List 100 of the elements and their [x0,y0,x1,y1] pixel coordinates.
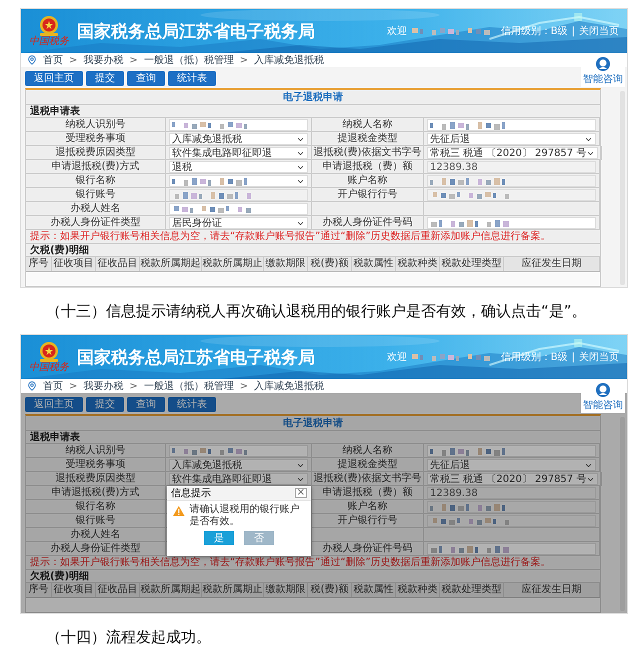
column-header: 税款种类 [396,257,440,271]
column-header: 税款所属期止 [202,257,264,271]
separator: | [572,26,575,36]
field-label: 办税人身份证件类型 [26,542,166,556]
field-label: 退抵税(费)依据文书字号 [312,146,424,160]
dropdown[interactable] [169,175,308,187]
breadcrumb-link[interactable]: 入库减免退抵税 [254,379,324,393]
dialog-message: 请确认退税用的银行账户是否有效。 [190,504,301,528]
column-header: 缴款期限 [264,583,308,597]
column-header: 税款处理类型 [440,257,504,271]
field-label: 银行名称 [26,174,166,188]
toolbar-button[interactable]: 统计表 [168,396,216,412]
dropdown[interactable]: 入库减免退抵税 [169,459,308,471]
field-label: 受理税务事项 [26,458,166,472]
breadcrumb-separator: > [129,380,138,392]
toolbar-button[interactable]: 返回主页 [25,70,83,86]
breadcrumb-separator: > [69,54,78,66]
input-field[interactable] [427,445,596,457]
breadcrumb-link[interactable]: 我要办税 [83,53,124,67]
field-label: 开户银行行号 [312,514,424,528]
emblem-icon [37,341,61,363]
field-label: 提退税金类型 [312,458,424,472]
input-field[interactable] [169,445,308,457]
toolbar-button[interactable]: 提交 [86,70,124,86]
field-label: 申请退抵税（费）额 [312,160,424,174]
headset-avatar-icon [595,382,611,398]
assistant-button[interactable]: 智能咨询 [581,381,625,413]
column-header: 税款属性 [352,257,396,271]
column-header: 序号 [26,257,52,271]
field-label: 纳税人名称 [312,444,424,458]
breadcrumb-link[interactable]: 入库减免退抵税 [254,53,324,67]
input-field[interactable] [169,119,308,131]
breadcrumb-separator: > [129,54,138,66]
column-header: 税款所属期起 [140,257,202,271]
panel-title: 电子退税申请 [26,90,600,105]
credit-level: 信用级别：B级 [500,351,568,364]
panel-title: 电子退税申请 [26,416,600,431]
breadcrumb-separator: > [240,380,248,392]
field-label: 办税人姓名 [26,528,166,541]
breadcrumb-link[interactable]: 我要办税 [83,379,124,393]
dropdown[interactable]: 入库减免退抵税 [169,133,308,145]
input-field[interactable] [427,217,596,229]
headset-avatar-icon [595,56,611,72]
toolbar-button[interactable]: 提交 [86,396,124,412]
toolbar-button[interactable]: 返回主页 [25,396,83,412]
logo-caption: 中国税务 [29,363,69,373]
breadcrumb-link[interactable]: 一般退（抵）税管理 [144,53,234,67]
field-label: 账户名称 [312,500,424,514]
column-header: 征收项目 [52,583,96,597]
field-label: 纳税人识别号 [26,118,166,132]
welcome-label: 欢迎 [386,24,407,38]
column-header: 税(费)额 [308,583,352,597]
input-field[interactable] [427,119,596,131]
warning-icon [173,504,185,518]
emblem-icon [37,15,61,37]
column-header: 税款所属期起 [140,583,202,597]
dropdown[interactable]: 软件集成电路即征即退 [169,473,308,485]
readonly-field: 12389.38 [427,487,596,499]
dropdown[interactable]: 常税三 税通 〔2020〕 297857 号 [427,473,598,485]
location-pin-icon [27,381,37,391]
readonly-field: 12389.38 [427,161,596,173]
breadcrumb-separator: > [240,54,248,66]
column-header: 缴款期限 [264,257,308,271]
dropdown[interactable]: 退税 [169,161,308,173]
input-field[interactable] [169,203,308,215]
column-header: 税(费)额 [308,257,352,271]
toolbar-button[interactable]: 查询 [127,70,165,86]
column-header: 税款属性 [352,583,396,597]
toolbar-button[interactable]: 查询 [127,396,165,412]
dropdown[interactable]: 软件集成电路即征即退 [169,147,308,159]
field-label: 办税人身份证件号码 [312,542,424,556]
column-header: 征收品目 [96,257,140,271]
dropdown[interactable]: 居民身份证 [169,217,308,229]
dropdown[interactable]: 先征后退 [427,133,596,145]
column-header: 税款处理类型 [440,583,504,597]
breadcrumb-link[interactable]: 首页 [43,53,63,67]
breadcrumb-link[interactable]: 首页 [43,379,63,393]
step-caption: （十四）流程发起成功。 [46,628,211,646]
breadcrumb-link[interactable]: 一般退（抵）税管理 [144,379,234,393]
dropdown[interactable]: 先征后退 [427,459,596,471]
input-field[interactable] [427,543,596,555]
welcome-label: 欢迎 [386,350,407,364]
column-header: 税款所属期止 [202,583,264,597]
assistant-button[interactable]: 智能咨询 [581,55,625,87]
field-label: 申请退抵税(费)方式 [26,486,166,500]
location-pin-icon [27,55,37,65]
field-label: 受理税务事项 [26,132,166,146]
field-label: 提退税金类型 [312,132,424,146]
logo-caption: 中国税务 [29,37,69,47]
step-caption: （十三）信息提示请纳税人再次确认退税用的银行账户是否有效，确认点击“是”。 [46,302,587,320]
close-button[interactable]: × [294,488,307,498]
field-label: 申请退抵税(费)方式 [26,160,166,174]
field-label: 办税人姓名 [26,202,166,216]
column-header: 税款种类 [396,583,440,597]
column-header: 征收品目 [96,583,140,597]
breadcrumb-separator: > [69,380,78,392]
dropdown[interactable]: 常税三 税通 〔2020〕 297857 号 [427,147,598,159]
field-label: 申请退抵税（费）额 [312,486,424,500]
section-title: 退税申请表 [26,431,600,444]
toolbar-button[interactable]: 统计表 [168,70,216,86]
